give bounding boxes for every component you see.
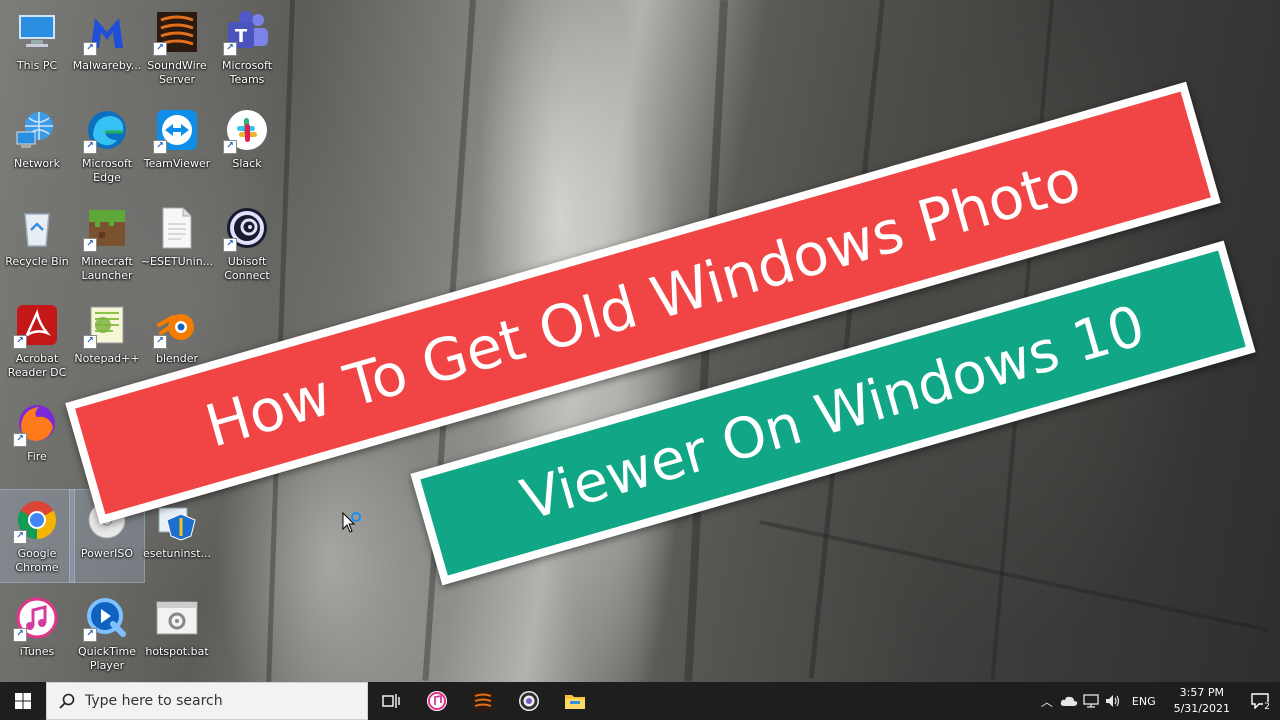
desktop-icon-recycle-bin[interactable]: Recycle Bin (0, 198, 74, 290)
itunes-icon (427, 691, 447, 711)
desktop-icon-slack[interactable]: ↗ Slack (210, 100, 284, 192)
minecraft-icon: ↗ (83, 204, 131, 252)
taskbar-itunes[interactable] (414, 682, 460, 720)
desktop-icon-quicktime[interactable]: ↗ QuickTime Player (70, 588, 144, 680)
onedrive-button[interactable] (1058, 682, 1080, 720)
cloud-icon (1060, 696, 1078, 706)
recycle-bin-icon (13, 204, 61, 252)
desktop-icon-chrome[interactable]: ↗ Google Chrome (0, 489, 75, 583)
desktop-icon-minecraft[interactable]: ↗ Minecraft Launcher (70, 198, 144, 290)
desktop-icon-soundwire[interactable]: ↗ SoundWire Server (140, 2, 214, 94)
start-button[interactable] (0, 682, 46, 720)
notepadpp-icon: ↗ (83, 301, 131, 349)
soundwire-icon (473, 691, 493, 711)
firefox-icon: ↗ (13, 399, 61, 447)
task-view-button[interactable] (368, 682, 414, 720)
teamviewer-icon: ↗ (153, 106, 201, 154)
this-pc-icon (13, 8, 61, 56)
windows-logo-icon (15, 693, 31, 709)
chrome-icon: ↗ (13, 496, 61, 544)
task-view-icon (382, 694, 400, 708)
desktop-icon-ubisoft[interactable]: ↗ Ubisoft Connect (210, 198, 284, 290)
acrobat-icon: ↗ (13, 301, 61, 349)
taskbar: Type here to search ︿ ENG 3:57 PM 5/31/2… (0, 682, 1280, 720)
desktop-icon-esetunin-file[interactable]: ~ESETUnin... (140, 198, 214, 290)
desktop-icon-acrobat[interactable]: ↗ Acrobat Reader DC (0, 295, 74, 387)
desktop-icon-network[interactable]: Network (0, 100, 74, 192)
itunes-icon: ↗ (13, 594, 61, 642)
desktop-icon-itunes[interactable]: ↗ iTunes (0, 588, 74, 680)
blender-icon: ↗ (153, 301, 201, 349)
search-icon (59, 693, 75, 709)
file-explorer-icon (565, 695, 585, 709)
search-placeholder: Type here to search (85, 693, 223, 709)
desktop-icon-malwarebytes[interactable]: ↗ Malwareby... (70, 2, 144, 94)
desktop-icon-this-pc[interactable]: This PC (0, 2, 74, 94)
taskbar-clock[interactable]: 3:57 PM 5/31/2021 (1174, 685, 1230, 717)
taskbar-search-box[interactable]: Type here to search (46, 682, 368, 720)
desktop-icon-teams[interactable]: T ↗ Microsoft Teams (210, 2, 284, 94)
input-language-indicator[interactable]: ENG (1132, 695, 1156, 708)
chevron-up-icon: ︿ (1040, 694, 1053, 709)
teams-icon: T ↗ (223, 8, 271, 56)
mouse-cursor-icon (342, 511, 364, 540)
quicktime-icon: ↗ (83, 594, 131, 642)
slack-icon: ↗ (223, 106, 271, 154)
desktop-icon-hotspot-bat[interactable]: hotspot.bat (140, 588, 214, 680)
taskbar-obs[interactable] (506, 682, 552, 720)
taskbar-file-explorer[interactable] (552, 682, 598, 720)
ethernet-icon (1083, 694, 1099, 708)
document-icon (153, 204, 201, 252)
speaker-icon (1105, 695, 1119, 707)
system-tray: ︿ ENG 3:57 PM 5/31/2021 2 (1036, 682, 1280, 720)
clock-date: 5/31/2021 (1173, 702, 1230, 715)
show-hidden-icons-button[interactable]: ︿ (1036, 682, 1058, 720)
action-center-button[interactable]: 2 (1240, 682, 1280, 720)
edge-icon: ↗ (83, 106, 131, 154)
desktop-icon-edge[interactable]: ↗ Microsoft Edge (70, 100, 144, 192)
desktop-icon-notepadpp[interactable]: ↗ Notepad++ (70, 295, 144, 387)
network-icon (13, 106, 61, 154)
taskbar-soundwire[interactable] (460, 682, 506, 720)
obs-icon (519, 691, 539, 711)
bat-file-icon (153, 594, 201, 642)
network-status-button[interactable] (1080, 682, 1102, 720)
desktop-icon-firefox[interactable]: ↗ Fire (0, 393, 74, 485)
desktop-icon-teamviewer[interactable]: ↗ TeamViewer (140, 100, 214, 192)
notification-count-badge: 2 (1263, 702, 1271, 712)
ubisoft-icon: ↗ (223, 204, 271, 252)
clock-time: 3:57 PM (1179, 686, 1224, 699)
soundwire-icon: ↗ (153, 8, 201, 56)
malwarebytes-icon: ↗ (83, 8, 131, 56)
desktop[interactable]: This PC ↗ Malwareby... ↗ SoundWire Serve… (0, 0, 1280, 682)
volume-button[interactable] (1102, 682, 1124, 720)
